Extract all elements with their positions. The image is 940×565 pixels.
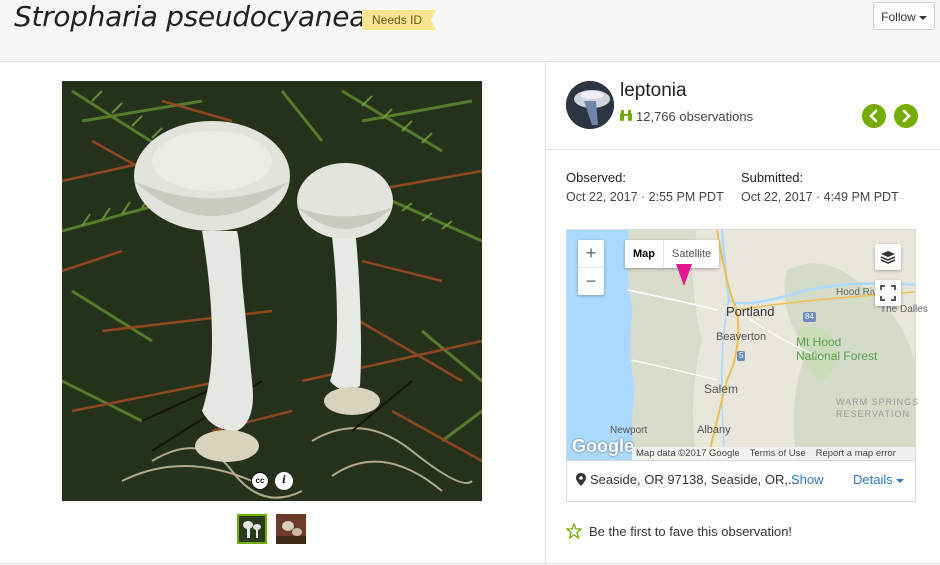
details-label: Details: [853, 472, 893, 487]
observed-label: Observed:: [566, 170, 626, 185]
info-icon[interactable]: i: [275, 472, 293, 490]
map-attribution: Map data ©2017 Google Terms of Use Repor…: [632, 447, 915, 460]
binoculars-icon: [620, 110, 632, 121]
observation-count[interactable]: 12,766 observations: [619, 109, 753, 124]
observed-date: Oct 22, 2017 · 2:55 PM PDT: [566, 190, 724, 204]
map-layers-button[interactable]: [875, 244, 901, 270]
follow-button[interactable]: Follow: [873, 2, 935, 30]
map-city-salem: Salem: [704, 382, 739, 396]
map-data-text: Map data ©2017 Google: [636, 448, 740, 459]
show-location-link[interactable]: Show: [791, 472, 824, 487]
bottom-divider: [0, 563, 940, 564]
highway-84-shield: 84: [803, 312, 816, 322]
taxon-title[interactable]: Stropharia pseudocyanea: [14, 0, 366, 33]
map-zoom-controls: + −: [578, 240, 604, 295]
user-divider: [546, 149, 940, 150]
map-fullscreen-button[interactable]: [875, 280, 901, 306]
chevron-right-icon: [902, 109, 911, 123]
zoom-in-button[interactable]: +: [578, 240, 604, 268]
google-logo: Google: [572, 436, 634, 456]
location-pin-icon: [576, 473, 586, 486]
fave-prompt: Be the first to fave this observation!: [589, 524, 793, 539]
report-map-error-link[interactable]: Report a map error: [816, 448, 896, 459]
user-avatar[interactable]: [566, 81, 614, 129]
details-dropdown[interactable]: Details: [853, 472, 904, 487]
fullscreen-icon: [880, 285, 896, 301]
map-label-mt-hood: Mt Hood: [796, 335, 842, 349]
star-icon[interactable]: [566, 523, 582, 539]
highway-5-shield: 5: [737, 351, 746, 361]
observation-count-text: 12,766 observations: [636, 109, 754, 124]
terms-of-use-link[interactable]: Terms of Use: [750, 448, 806, 459]
photo-thumbnail[interactable]: [237, 514, 267, 544]
chevron-left-icon: [869, 109, 878, 123]
submitted-date: Oct 22, 2017 · 4:49 PM PDT: [741, 190, 899, 204]
map-type-control: Map Satellite: [625, 240, 720, 268]
submitted-label: Submitted:: [741, 170, 804, 185]
map-marker-icon[interactable]: [676, 264, 692, 288]
map-view-button[interactable]: Map: [625, 240, 664, 268]
next-observation-button[interactable]: [894, 104, 918, 128]
map-city-newport: Newport: [610, 425, 648, 436]
layers-icon: [880, 251, 896, 264]
location-text: Seaside, OR 97138, Seaside, OR,...: [590, 472, 799, 487]
column-divider: [545, 61, 546, 565]
zoom-out-button[interactable]: −: [578, 268, 604, 295]
map-city-beaverton: Beaverton: [716, 331, 767, 343]
map-city-albany: Albany: [697, 424, 731, 436]
cc-license-icon[interactable]: cc: [251, 472, 269, 490]
map-label-national-forest: National Forest: [796, 349, 878, 363]
chevron-down-icon: [895, 478, 904, 483]
chevron-down-icon: [918, 15, 927, 20]
previous-observation-button[interactable]: [862, 104, 886, 128]
map-label-reservation: WARM SPRINGS RESERVATION: [836, 397, 920, 419]
follow-label: Follow: [881, 10, 916, 24]
photo-thumbnail[interactable]: [276, 514, 306, 544]
map-city-portland: Portland: [726, 304, 775, 319]
username-link[interactable]: leptonia: [620, 80, 687, 102]
observation-photo[interactable]: [62, 81, 482, 501]
quality-grade-badge: Needs ID: [362, 10, 437, 30]
